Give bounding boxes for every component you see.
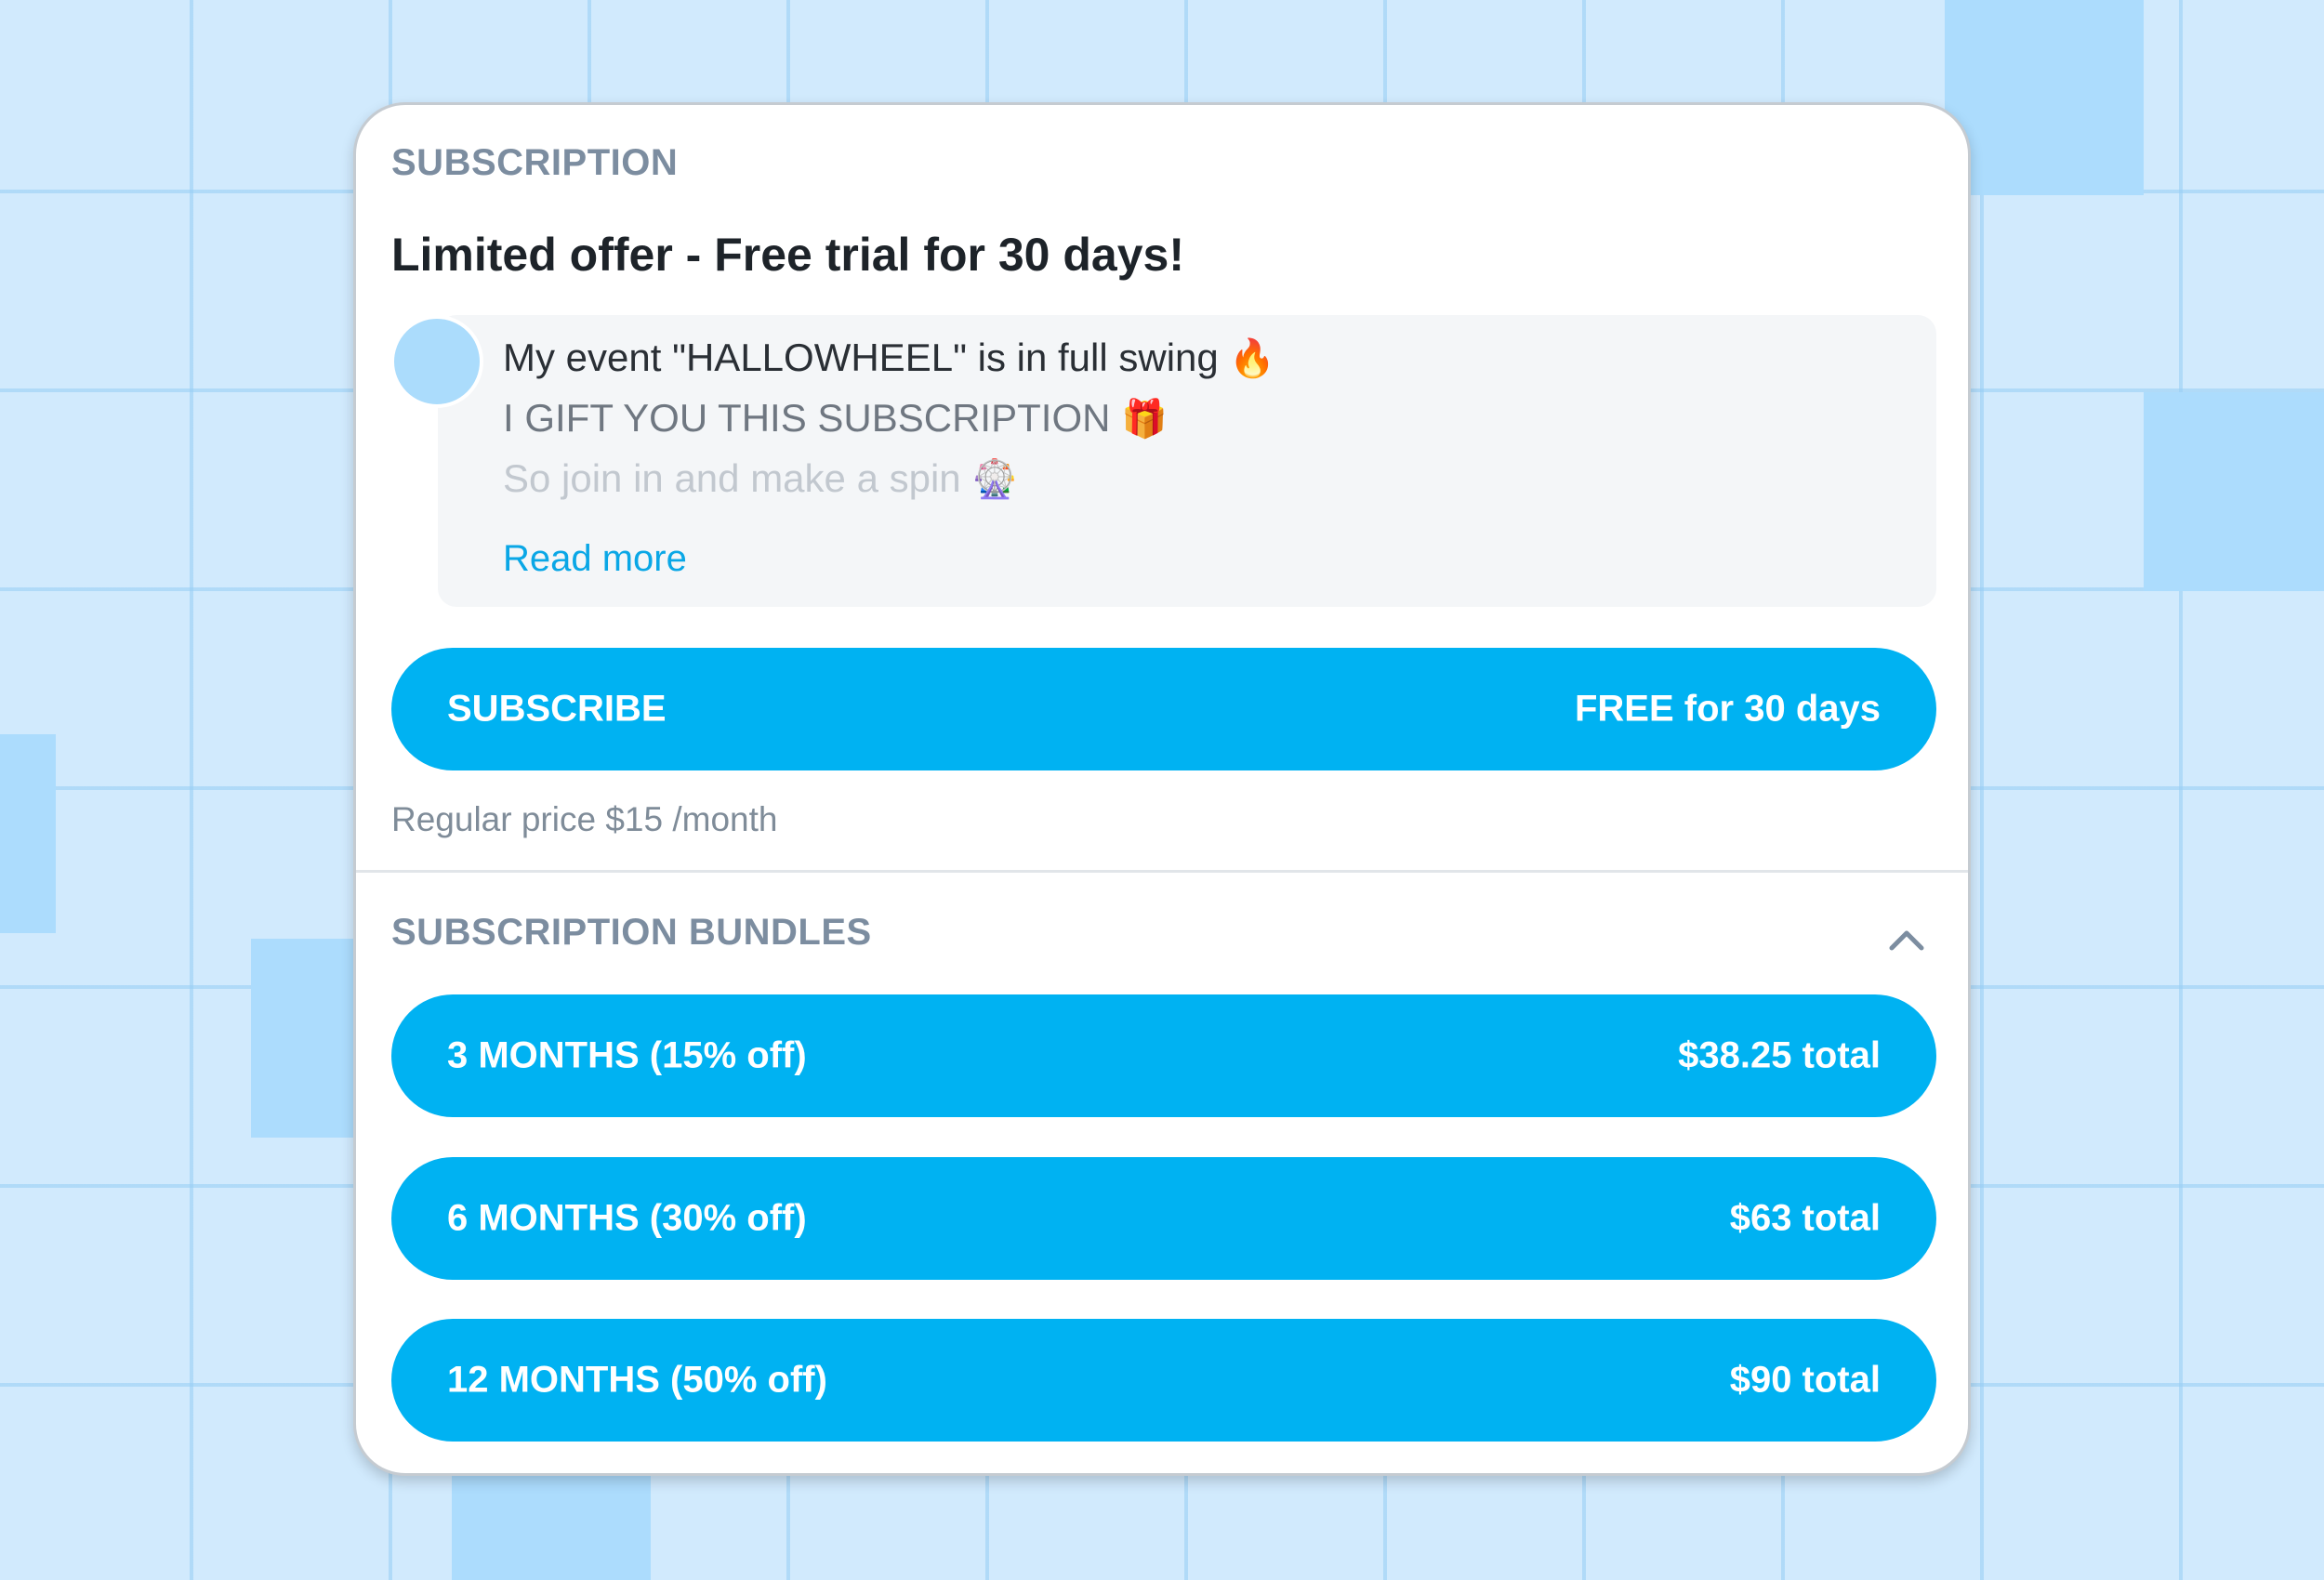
subscription-card: SUBSCRIPTION Limited offer - Free trial … [353, 102, 1971, 1476]
bundle-price: $38.25 total [1678, 1034, 1881, 1076]
message-line-2: I GIFT YOU THIS SUBSCRIPTION 🎁 [503, 396, 1168, 441]
fire-icon: 🔥 [1229, 338, 1276, 379]
bundle-button-3-months[interactable]: 3 MONTHS (15% off) $38.25 total [391, 994, 1936, 1117]
message-line-1: My event "HALLOWHEEL" is in full swing 🔥 [503, 336, 1275, 380]
bundle-label: 6 MONTHS (30% off) [447, 1197, 807, 1239]
chevron-up-icon[interactable] [1884, 918, 1929, 963]
bundle-button-12-months[interactable]: 12 MONTHS (50% off) $90 total [391, 1319, 1936, 1442]
section-divider [356, 870, 1968, 873]
background-tile [0, 734, 56, 933]
message-line-3-text: So join in and make a spin [503, 456, 961, 500]
message-line-3: So join in and make a spin 🎡 [503, 456, 1018, 501]
avatar[interactable] [390, 315, 483, 408]
bundle-button-6-months[interactable]: 6 MONTHS (30% off) $63 total [391, 1157, 1936, 1280]
message-line-1-text: My event "HALLOWHEEL" is in full swing [503, 336, 1219, 379]
offer-title: Limited offer - Free trial for 30 days! [391, 229, 1184, 281]
subscribe-button[interactable]: SUBSCRIBE FREE for 30 days [391, 648, 1936, 770]
subscription-section-label: SUBSCRIPTION [391, 142, 679, 183]
gift-icon: 🎁 [1121, 399, 1168, 440]
read-more-link[interactable]: Read more [503, 538, 687, 580]
bundle-label: 3 MONTHS (15% off) [447, 1034, 807, 1076]
background-tile [251, 939, 357, 1138]
subscribe-button-label: SUBSCRIBE [447, 688, 667, 730]
background-tile [2144, 392, 2324, 591]
subscribe-button-price: FREE for 30 days [1574, 688, 1881, 730]
background-tile [1945, 0, 2144, 195]
ferris-wheel-icon: 🎡 [971, 459, 1019, 500]
bundle-price: $63 total [1729, 1197, 1881, 1239]
message-line-2-text: I GIFT YOU THIS SUBSCRIPTION [503, 396, 1111, 440]
background-tile [452, 1476, 651, 1580]
regular-price: Regular price $15 /month [391, 800, 778, 838]
bundle-label: 12 MONTHS (50% off) [447, 1359, 827, 1401]
bundles-section-label: SUBSCRIPTION BUNDLES [391, 912, 872, 953]
bundle-price: $90 total [1729, 1359, 1881, 1401]
